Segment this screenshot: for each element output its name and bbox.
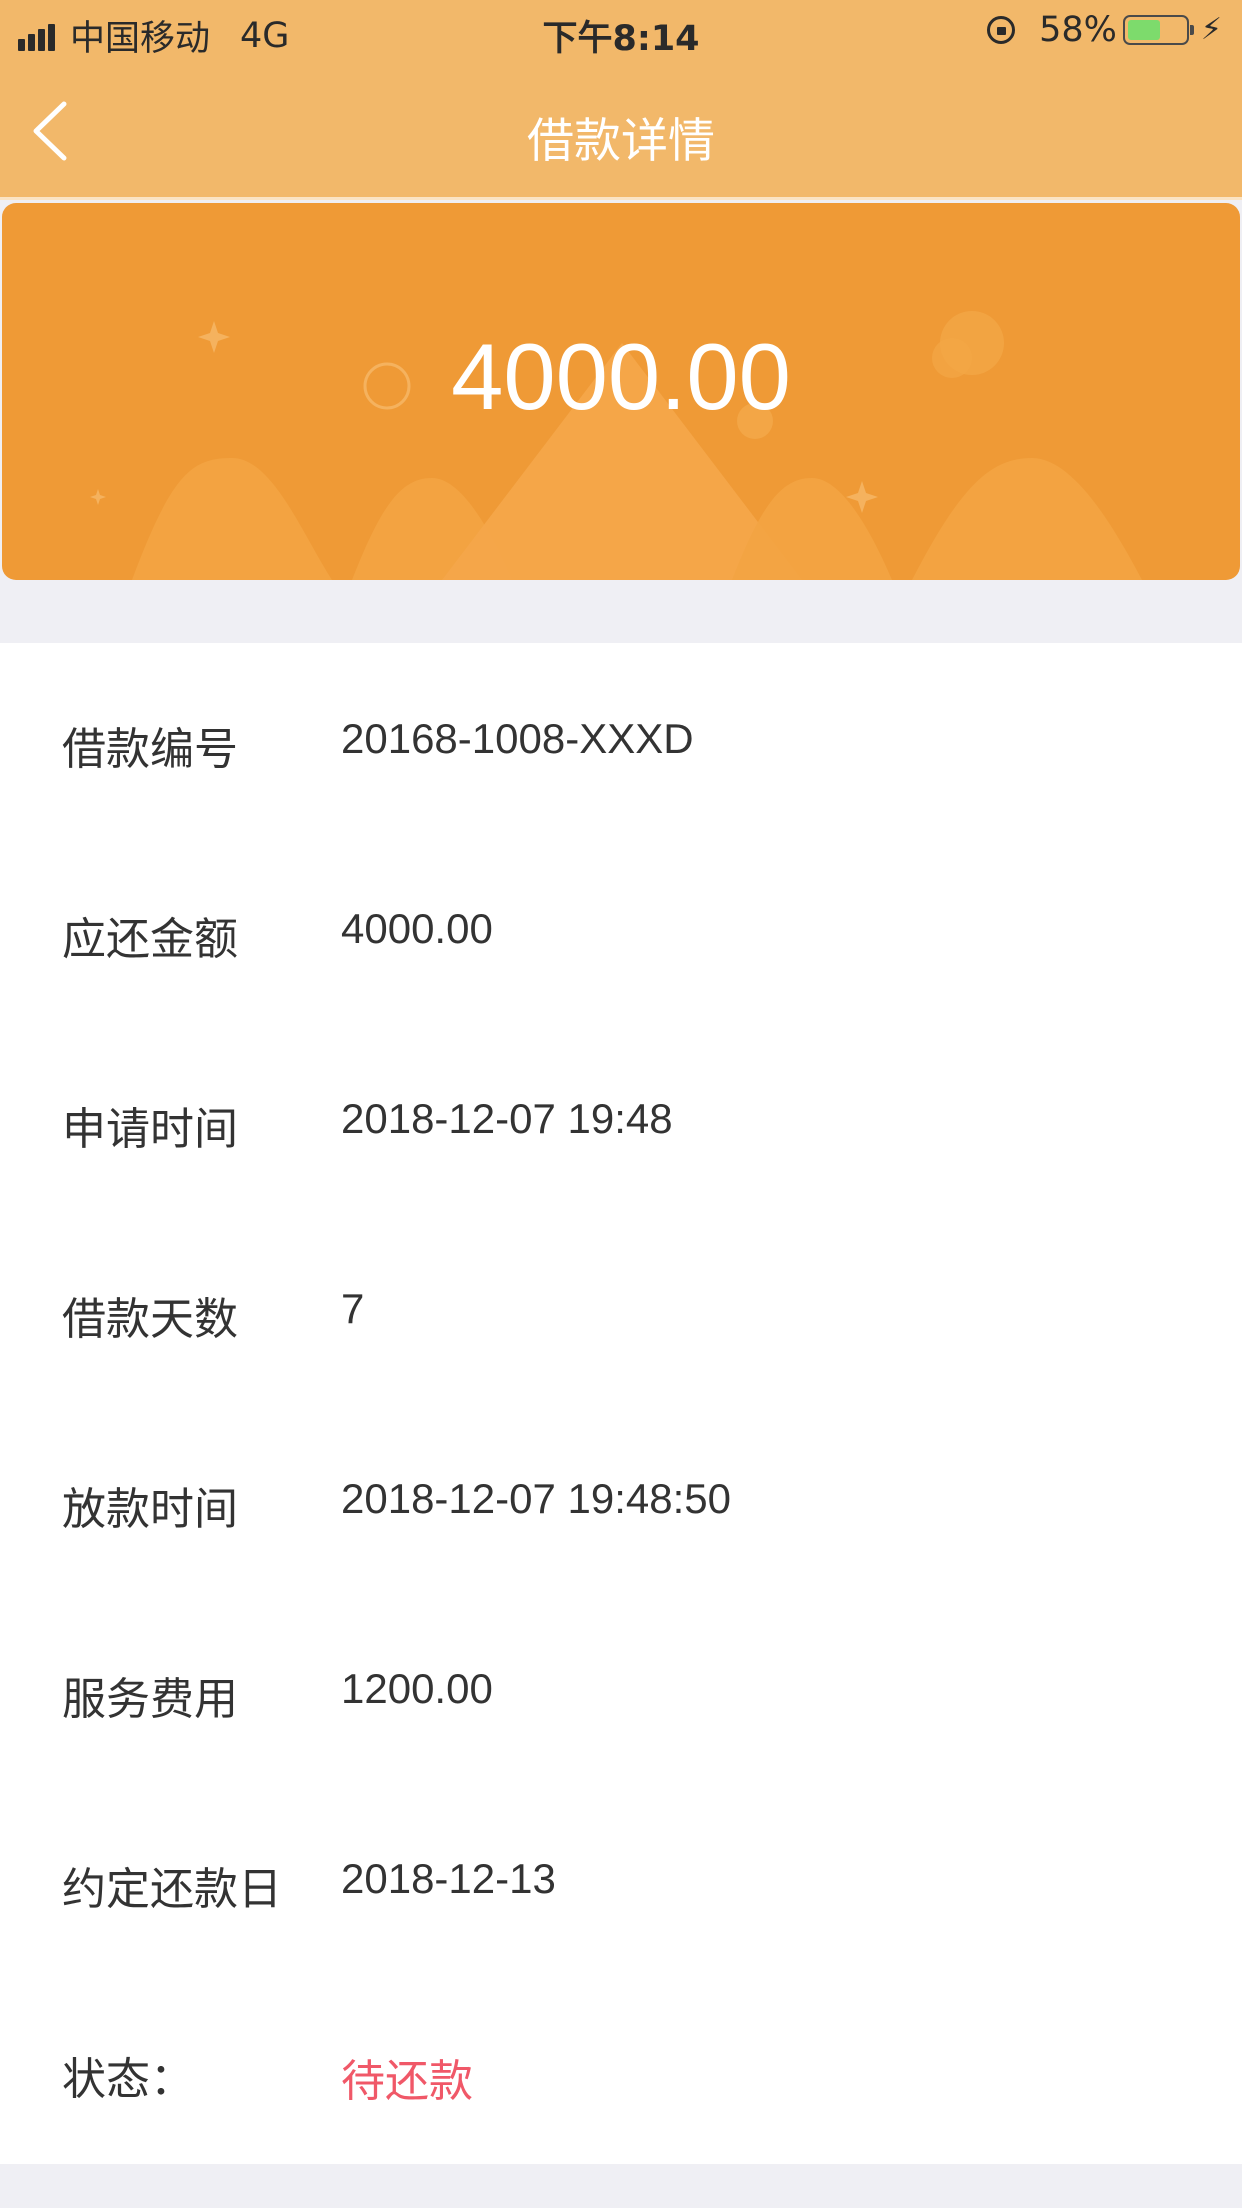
detail-row-due-date: 约定还款日 2018-12-13 <box>0 1833 1242 1933</box>
page-title: 借款详情 <box>527 114 715 169</box>
rotation-lock-icon <box>987 16 1016 44</box>
battery-level-fill <box>1127 20 1161 40</box>
detail-value: 4000.00 <box>341 905 493 952</box>
detail-row-loan-days: 借款天数 7 <box>0 1263 1242 1363</box>
detail-value: 2018-12-07 19:48 <box>341 1095 673 1142</box>
detail-label: 状态： <box>62 2054 194 2105</box>
detail-label: 约定还款日 <box>62 1864 282 1915</box>
detail-label: 申请时间 <box>62 1104 238 1155</box>
detail-label: 放款时间 <box>62 1484 238 1535</box>
detail-value: 20168-1008-XXXD <box>341 715 694 762</box>
detail-value: 1200.00 <box>341 1665 493 1712</box>
detail-label: 应还金额 <box>62 914 238 965</box>
detail-label: 服务费用 <box>62 1674 238 1725</box>
loan-amount: 4000.00 <box>451 324 791 429</box>
battery-percent: 58% <box>1039 10 1117 50</box>
status-bar: 中国移动 4G 下午8:14 58% ⚡ <box>0 0 1242 62</box>
detail-value: 7 <box>341 1285 365 1332</box>
status-badge: 待还款 <box>341 2056 473 2107</box>
detail-value: 2018-12-07 19:48:50 <box>341 1475 731 1522</box>
detail-row-amount-due: 应还金额 4000.00 <box>0 883 1242 983</box>
detail-row-service-fee: 服务费用 1200.00 <box>0 1643 1242 1743</box>
detail-row-status: 状态： 待还款 <box>0 2023 1242 2123</box>
amount-banner: 4000.00 <box>2 203 1240 580</box>
detail-value: 2018-12-13 <box>341 1855 556 1902</box>
detail-row-loan-number: 借款编号 20168-1008-XXXD <box>0 693 1242 793</box>
charging-bolt-icon: ⚡ <box>1200 12 1222 47</box>
detail-row-disburse-time: 放款时间 2018-12-07 19:48:50 <box>0 1453 1242 1553</box>
detail-label: 借款天数 <box>62 1294 238 1345</box>
battery-icon <box>1122 15 1194 45</box>
loan-details-list: 借款编号 20168-1008-XXXD 应还金额 4000.00 申请时间 2… <box>0 643 1242 2164</box>
navigation-bar: 借款详情 <box>0 62 1242 200</box>
detail-label: 借款编号 <box>62 724 238 775</box>
status-right: 58% ⚡ <box>987 10 1222 50</box>
detail-row-apply-time: 申请时间 2018-12-07 19:48 <box>0 1073 1242 1173</box>
